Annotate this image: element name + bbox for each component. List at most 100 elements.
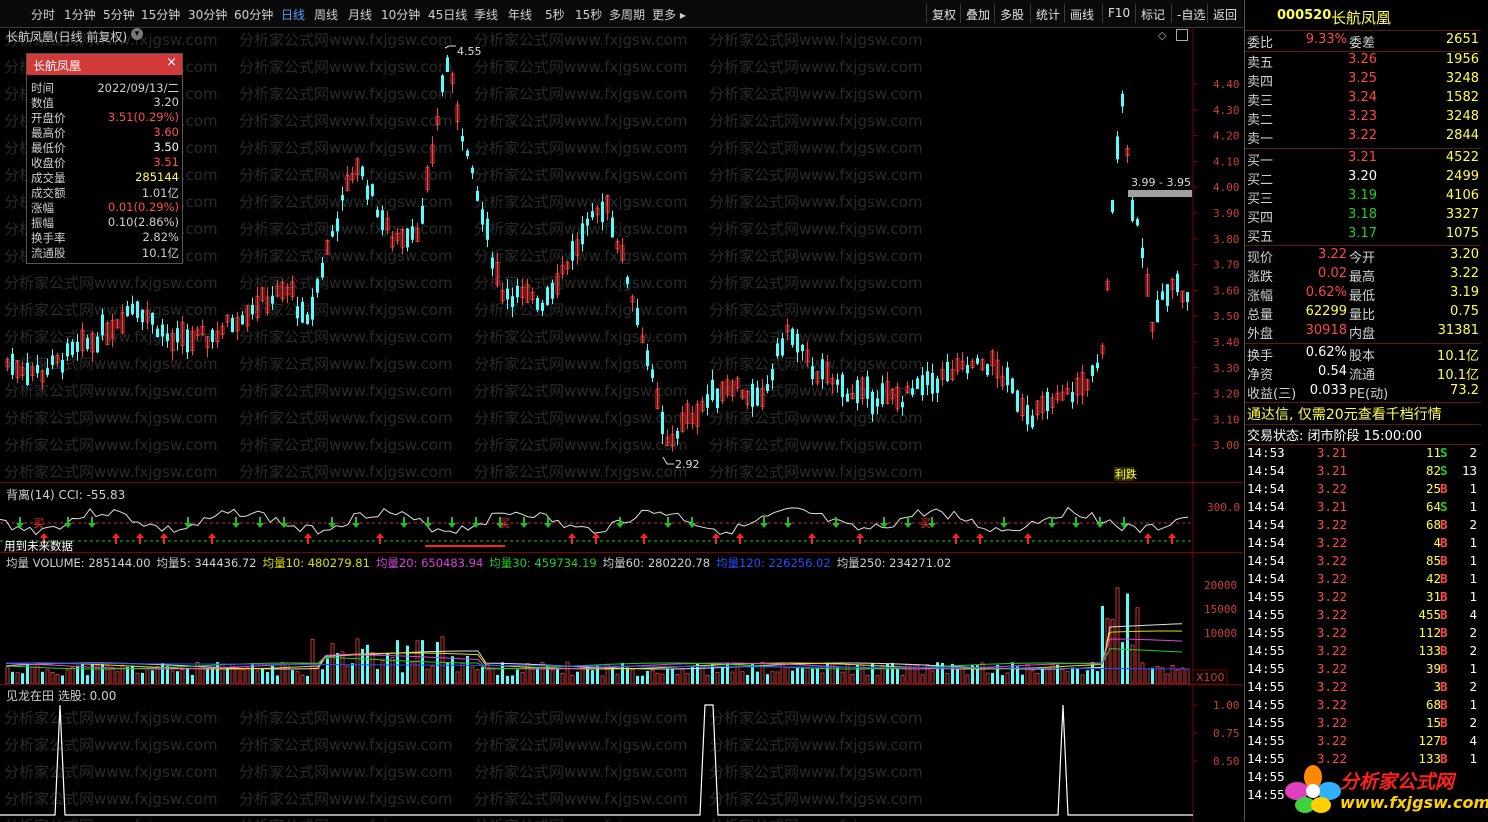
toolbar-button[interactable]: F10 <box>1108 6 1130 20</box>
period-tab[interactable]: 1分钟 <box>64 6 96 23</box>
watermark-text: 分析家公式网www.fxjgsw.com <box>709 709 923 727</box>
volume-bar <box>965 674 970 685</box>
period-tab[interactable]: 5分钟 <box>103 6 135 23</box>
toolbar-button[interactable]: 统计 <box>1036 6 1060 23</box>
volume-bar <box>65 669 70 685</box>
volume-canvas[interactable]: 20000 15000 10000 X100 <box>0 553 1243 685</box>
candle-body <box>331 231 334 237</box>
bid-price: 3.18 <box>1348 207 1377 222</box>
period-tab[interactable]: 多周期 <box>609 6 645 23</box>
candle-body <box>211 329 214 342</box>
close-icon[interactable]: × <box>166 55 177 70</box>
volume-bar <box>170 670 175 685</box>
volume-bar <box>496 675 499 684</box>
cci-down-arrow <box>880 517 888 528</box>
bid-row[interactable]: 买三 3.19 4106 <box>1245 188 1481 207</box>
volume-bar <box>386 653 389 684</box>
cci-down-arrow <box>784 517 792 528</box>
watermark-text: 分析家公式网www.fxjgsw.com <box>709 436 923 454</box>
bid-row[interactable]: 买二 3.20 2499 <box>1245 169 1481 188</box>
volume-bar <box>475 669 480 685</box>
watermark-text: 分析家公式网www.fxjgsw.com <box>474 193 688 211</box>
toolbar-button[interactable]: 画线 <box>1070 6 1094 23</box>
watermark-text: 分析家公式网www.fxjgsw.com <box>239 31 453 49</box>
ask-row[interactable]: 卖五 3.26 1956 <box>1245 52 1481 71</box>
toolbar-button[interactable]: 叠加 <box>966 6 990 23</box>
toolbar-button[interactable]: -自选 <box>1177 6 1205 23</box>
info-row: 最低价 3.50 <box>27 140 182 155</box>
cci-canvas[interactable]: 300.0 买 买 买 <box>0 483 1243 553</box>
window-icon[interactable] <box>1176 29 1188 41</box>
toolbar-button[interactable]: 复权 <box>932 6 956 23</box>
volume-bar <box>930 670 935 685</box>
signal-pane[interactable]: 1.00 0.75 0.50 分析家公式网www.fxjgsw.com 分析家公式网ww… <box>0 684 1243 822</box>
volume-tick-label: 15000 <box>1204 603 1237 616</box>
tick-row: 14:55 3.22 68 B 1 <box>1245 697 1481 715</box>
stat-label: 量比 <box>1349 308 1376 323</box>
period-tab[interactable]: 年线 <box>508 6 532 23</box>
watermark-text: 分析家公式网www.fxjgsw.com <box>474 763 688 781</box>
tick-volume: 15 <box>1425 715 1441 730</box>
tick-time: 14:55 <box>1247 733 1285 748</box>
watermark-text: 分析家公式网www.fxjgsw.com <box>474 409 688 427</box>
candle-body <box>1016 390 1019 412</box>
toolbar-button[interactable]: 标记 <box>1141 6 1165 23</box>
volume-bar <box>101 664 104 684</box>
candle-body <box>1166 284 1169 306</box>
price-tick-label: 4.40 <box>1213 78 1240 91</box>
signal-canvas[interactable]: 1.00 0.75 0.50 分析家公式网www.fxjgsw.com 分析家公式网ww… <box>0 685 1243 822</box>
volume-bar <box>560 672 565 685</box>
toolbar-button[interactable]: 返回 <box>1213 6 1237 23</box>
volume-bar <box>240 669 245 685</box>
period-tab[interactable]: 5秒 <box>545 6 565 23</box>
watermark-text: 分析家公式网www.fxjgsw.com <box>239 382 453 400</box>
watermark-text: 分析家公式网www.fxjgsw.com <box>239 763 453 781</box>
period-tab[interactable]: 季线 <box>474 6 498 23</box>
bid-row[interactable]: 买五 3.17 1075 <box>1245 226 1481 245</box>
period-tab[interactable]: 分时 <box>31 6 55 23</box>
diamond-icon[interactable]: ◇ <box>1158 29 1166 42</box>
volume-pane[interactable]: 20000 15000 10000 X100 均量 VOLUME: 285144.00… <box>0 552 1243 685</box>
period-tab[interactable]: 15分钟 <box>141 6 180 23</box>
candle-body <box>36 365 39 374</box>
info-label: 振幅 <box>31 216 54 230</box>
kline-canvas[interactable]: 分析家公式网www.fxjgsw.com 分析家公式网www.fxjgsw.com… <box>0 27 1243 482</box>
volume-bar <box>920 674 925 685</box>
logo-url: www.fxjgsw.com <box>1340 793 1488 812</box>
order-ratio-label: 委比 <box>1247 36 1274 51</box>
candle-body <box>676 430 679 439</box>
volume-bar <box>1045 667 1050 685</box>
period-tab[interactable]: 日线 <box>281 6 305 23</box>
period-tab[interactable]: 周线 <box>314 6 338 23</box>
volume-bar <box>796 667 799 684</box>
toolbar-button[interactable]: 多股 <box>1000 6 1024 23</box>
bid-row[interactable]: 买一 3.21 4522 <box>1245 150 1481 169</box>
settings-icon[interactable]: ▾ <box>131 28 143 40</box>
cci-pane[interactable]: 300.0 买买买 背离(14) CCI: -55.83 用到未来数据 <box>0 482 1243 553</box>
tick-volume: 133 <box>1418 643 1441 658</box>
volume-bar <box>401 672 404 684</box>
ask-row[interactable]: 卖四 3.25 3248 <box>1245 71 1481 90</box>
period-tab[interactable]: 45日线 <box>428 6 467 23</box>
period-tab[interactable]: 15秒 <box>575 6 602 23</box>
watermark-text: 分析家公式网www.fxjgsw.com <box>239 736 453 754</box>
info-value: 0.01(0.29%) <box>107 200 179 214</box>
volume-bar <box>415 640 420 685</box>
tick-count: 1 <box>1469 499 1477 514</box>
watermark-text: 分析家公式网www.fxjgsw.com <box>239 247 453 265</box>
ask-row[interactable]: 卖二 3.23 3248 <box>1245 109 1481 128</box>
kline-pane[interactable]: 分析家公式网www.fxjgsw.com 分析家公式网www.fxjgsw.com… <box>0 27 1243 482</box>
ask-level: 卖四 <box>1247 75 1274 90</box>
promo-text[interactable]: 通达信, 仅需20元查看千档行情 <box>1247 404 1483 423</box>
period-tab[interactable]: 更多 ▸ <box>652 6 686 23</box>
period-tab[interactable]: 60分钟 <box>234 6 273 23</box>
period-tab[interactable]: 10分钟 <box>381 6 420 23</box>
period-tab[interactable]: 30分钟 <box>188 6 227 23</box>
ask-row[interactable]: 卖三 3.24 1582 <box>1245 90 1481 109</box>
bid-row[interactable]: 买四 3.18 3327 <box>1245 207 1481 226</box>
tick-volume: 11 <box>1425 445 1441 460</box>
ask-row[interactable]: 卖一 3.22 2844 <box>1245 128 1481 147</box>
tick-price: 3.22 <box>1316 535 1347 550</box>
period-tab[interactable]: 月线 <box>348 6 372 23</box>
tick-volume: 68 <box>1425 697 1441 712</box>
